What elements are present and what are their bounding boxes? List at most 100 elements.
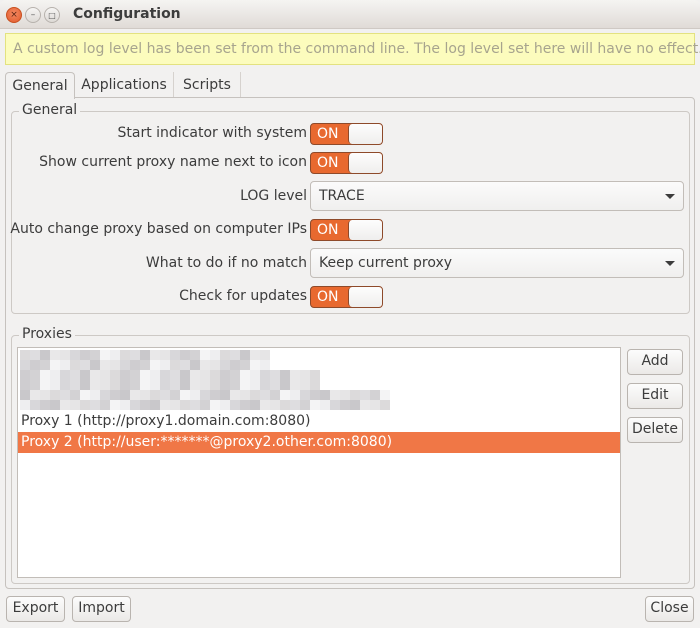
redaction-pixel [60,370,70,380]
redaction-pixel [250,350,260,360]
redaction-pixel [170,360,180,370]
redaction-pixel [20,390,30,400]
switch-state: ON [317,126,339,142]
redaction-pixel [120,360,130,370]
redaction-pixel [30,360,40,370]
switch-knob[interactable] [348,220,382,240]
redaction-pixel [360,390,370,400]
redaction-pixel [110,350,120,360]
redaction-pixel [240,380,250,390]
redaction-pixel [150,380,160,390]
redaction-pixel [70,380,80,390]
redaction-pixel [150,390,160,400]
redaction-pixel [30,390,40,400]
redaction-pixel [380,400,390,410]
redaction-pixel [110,400,120,410]
redaction-pixel [170,380,180,390]
redaction-pixel [80,350,90,360]
log-level-dropdown[interactable]: TRACE [310,181,684,211]
redaction-pixel [60,360,70,370]
general-frame: General Start indicator with system ON S… [10,102,690,314]
minimize-icon: – [30,10,36,20]
show-proxy-name-switch[interactable]: ON [310,152,383,174]
redaction-pixel [50,390,60,400]
redaction-pixel [120,370,130,380]
redaction-pixel [230,360,240,370]
window-maximize-button[interactable]: □ [44,7,60,23]
redaction-pixel [270,370,280,380]
redaction-pixel [50,360,60,370]
redaction-pixel [220,360,230,370]
redaction-pixel [280,390,290,400]
redaction-pixel [20,350,30,360]
redaction-pixel [40,390,50,400]
redaction-pixel [240,350,250,360]
auto-change-switch[interactable]: ON [310,219,383,241]
tab-scripts[interactable]: Scripts [174,72,241,98]
proxy-list-item-selected[interactable]: Proxy 2 (http://user:*******@proxy2.othe… [18,432,620,453]
start-indicator-label: Start indicator with system [117,125,308,141]
redaction-pixel [190,360,200,370]
redaction-pixel [30,380,40,390]
redaction-pixel [260,390,270,400]
redaction-pixel [310,400,320,410]
redaction-pixel [330,400,340,410]
redaction-pixel [90,390,100,400]
redaction-pixel [130,390,140,400]
redacted-list-item[interactable] [20,390,390,410]
proxy-list[interactable]: Proxy 1 (http://proxy1.domain.com:8080) … [17,347,621,578]
maximize-icon: □ [48,11,56,20]
switch-knob[interactable] [348,287,382,307]
switch-knob[interactable] [348,153,382,173]
redaction-pixel [240,390,250,400]
redaction-pixel [130,380,140,390]
import-button[interactable]: Import [72,596,131,622]
no-match-dropdown[interactable]: Keep current proxy [310,248,684,278]
start-indicator-switch[interactable]: ON [310,123,383,145]
add-proxy-button[interactable]: Add [627,349,683,375]
window-close-button[interactable]: × [6,7,22,23]
redaction-pixel [40,350,50,360]
redaction-pixel [100,390,110,400]
tab-general[interactable]: General [5,72,75,99]
redaction-pixel [140,350,150,360]
redacted-list-item[interactable] [20,350,270,370]
close-button[interactable]: Close [645,596,694,622]
check-updates-switch[interactable]: ON [310,286,383,308]
redaction-pixel [220,350,230,360]
redaction-pixel [210,380,220,390]
window-minimize-button[interactable]: – [25,7,41,23]
redaction-pixel [270,400,280,410]
redaction-pixel [240,400,250,410]
log-level-label: LOG level [240,188,307,204]
redaction-pixel [270,380,280,390]
switch-knob[interactable] [348,124,382,144]
redaction-pixel [310,370,320,380]
proxy-list-item[interactable]: Proxy 1 (http://proxy1.domain.com:8080) [18,411,620,432]
export-button[interactable]: Export [6,596,65,622]
redacted-list-item[interactable] [20,370,320,390]
redaction-pixel [160,370,170,380]
redaction-pixel [30,370,40,380]
redaction-pixel [230,400,240,410]
redaction-pixel [230,370,240,380]
tab-applications[interactable]: Applications [75,72,174,98]
redaction-pixel [50,400,60,410]
redaction-pixel [370,400,380,410]
redaction-pixel [280,400,290,410]
redaction-pixel [20,380,30,390]
delete-proxy-button[interactable]: Delete [627,417,683,443]
redaction-pixel [30,400,40,410]
redaction-pixel [130,370,140,380]
general-tab-panel: General Start indicator with system ON S… [5,97,695,589]
redaction-pixel [260,400,270,410]
redaction-pixel [100,350,110,360]
edit-proxy-button[interactable]: Edit [627,383,683,409]
redaction-pixel [210,360,220,370]
redaction-pixel [180,350,190,360]
redaction-pixel [120,390,130,400]
redaction-pixel [260,380,270,390]
check-updates-label: Check for updates [179,288,307,304]
redaction-pixel [60,380,70,390]
redaction-pixel [290,380,300,390]
